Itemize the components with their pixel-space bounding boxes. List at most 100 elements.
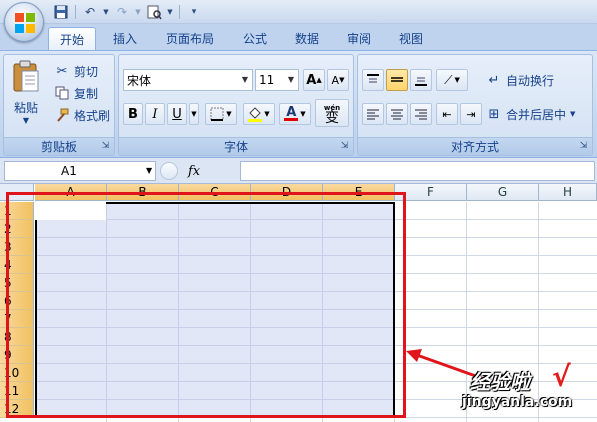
format-painter-button[interactable]: 格式刷 (54, 105, 110, 125)
column-header-h[interactable]: H (539, 184, 597, 201)
font-size-value: 11 (259, 73, 275, 87)
column-header-g[interactable]: G (467, 184, 539, 201)
formula-input[interactable] (240, 161, 595, 181)
watermark: 经验啦 √ jingyanla.com (462, 360, 595, 420)
chevron-down-icon: ▼ (241, 75, 249, 84)
tab-data[interactable]: 数据 (286, 27, 328, 51)
scissors-icon: ✂ (56, 63, 68, 79)
font-name-select[interactable]: 宋体 ▼ (123, 69, 253, 91)
orientation-icon: ⟋ (444, 72, 453, 87)
middle-align-button[interactable] (386, 69, 408, 91)
align-right-icon (415, 109, 427, 120)
undo-dropdown-icon[interactable]: ▼ (102, 3, 110, 21)
insert-function-icon[interactable]: fx (188, 164, 200, 179)
orientation-button[interactable]: ⟋ ▼ (436, 69, 468, 91)
save-icon[interactable] (52, 3, 70, 21)
underline-button[interactable]: U (167, 103, 187, 125)
bold-button[interactable]: B (123, 103, 143, 125)
tab-review[interactable]: 审阅 (338, 27, 380, 51)
office-button[interactable] (4, 2, 44, 42)
formula-buttons: fx (160, 161, 240, 181)
watermark-text: 经验啦 (470, 370, 530, 394)
decrease-indent-icon: ⇤ (442, 107, 452, 121)
align-top-icon (367, 74, 379, 83)
tab-view[interactable]: 视图 (390, 27, 432, 51)
clipboard-group: 粘贴 ▼ ✂ 剪切 复制 格式刷 剪贴板 ⇲ (3, 54, 115, 156)
paste-button[interactable]: 粘贴 ▼ (8, 59, 44, 125)
borders-button[interactable]: ▼ (205, 103, 237, 125)
paint-bucket-icon (248, 107, 263, 122)
redo-icon[interactable]: ↷ (113, 3, 131, 21)
copy-button[interactable]: 复制 (54, 83, 98, 103)
align-center-icon (391, 109, 403, 120)
borders-icon (210, 107, 224, 121)
align-middle-icon (391, 77, 403, 82)
formula-bar: A1 ▼ fx (0, 158, 597, 184)
separator (75, 5, 76, 19)
wrap-text-label: 自动换行 (506, 73, 555, 88)
cut-button[interactable]: ✂ 剪切 (54, 61, 98, 81)
shrink-font-button[interactable]: A ▼ (327, 69, 349, 91)
cut-label: 剪切 (74, 64, 99, 79)
fill-color-button[interactable]: ▼ (243, 103, 275, 125)
alignment-group-label: 对齐方式 (358, 137, 592, 155)
ribbon: 粘贴 ▼ ✂ 剪切 复制 格式刷 剪贴板 ⇲ 宋体 ▼ 11 ▼ A ▲ A ▼… (0, 50, 597, 158)
dialog-launcher-icon[interactable]: ⇲ (100, 141, 111, 152)
print-preview-dropdown-icon[interactable]: ▼ (166, 3, 174, 21)
customize-icon[interactable]: ▾ (185, 3, 203, 21)
paintbrush-icon (54, 107, 70, 123)
phonetic-guide-button[interactable]: wén 变 (315, 99, 349, 127)
merge-center-button[interactable]: ⊞ 合并后居中 ▼ (486, 104, 576, 124)
paste-dropdown-icon[interactable]: ▼ (23, 116, 29, 125)
merge-cells-icon: ⊞ (488, 106, 500, 122)
underline-dropdown-icon[interactable]: ▼ (189, 103, 199, 125)
align-right-button[interactable] (410, 103, 432, 125)
increase-indent-button[interactable]: ⇥ (460, 103, 482, 125)
align-left-button[interactable] (362, 103, 384, 125)
font-color-icon: A (286, 105, 297, 120)
chevron-down-icon: ▼ (454, 76, 460, 84)
dialog-launcher-icon[interactable]: ⇲ (339, 141, 350, 152)
chevron-down-icon: ▼ (300, 110, 306, 118)
grow-font-button[interactable]: A ▲ (303, 69, 325, 91)
chevron-down-icon[interactable]: ▼ (570, 110, 575, 118)
top-align-button[interactable] (362, 69, 384, 91)
wrap-text-button[interactable]: ↵ 自动换行 (486, 70, 554, 90)
chevron-down-icon: ▼ (264, 110, 270, 118)
font-group: 宋体 ▼ 11 ▼ A ▲ A ▼ B I U ▼ ▼ ▼ A ▼ wén 变 … (118, 54, 354, 156)
tab-page-layout[interactable]: 页面布局 (156, 27, 224, 51)
grow-font-icon: A (306, 72, 317, 88)
tab-formulas[interactable]: 公式 (234, 27, 276, 51)
bottom-align-button[interactable] (410, 69, 432, 91)
copy-icon (54, 85, 70, 101)
office-logo-icon (15, 13, 35, 33)
checkmark-icon: √ (552, 360, 571, 393)
redo-dropdown-icon[interactable]: ▼ (134, 3, 142, 21)
paste-label: 粘贴 (13, 101, 38, 115)
align-left-icon (367, 109, 379, 120)
tab-insert[interactable]: 插入 (104, 27, 146, 51)
tab-home[interactable]: 开始 (48, 27, 96, 51)
print-preview-icon[interactable] (145, 3, 163, 21)
format-painter-label: 格式刷 (74, 108, 111, 123)
font-group-label: 字体 (119, 137, 353, 155)
name-box[interactable]: A1 (4, 161, 156, 181)
dialog-launcher-icon[interactable]: ⇲ (578, 141, 589, 152)
italic-button[interactable]: I (145, 103, 165, 125)
align-center-button[interactable] (386, 103, 408, 125)
chevron-down-icon: ▼ (226, 110, 232, 118)
chevron-down-icon[interactable]: ▼ (146, 166, 152, 175)
wrap-text-icon: ↵ (488, 72, 500, 88)
alignment-group: ⟋ ▼ ↵ 自动换行 ⇤ ⇥ ⊞ 合并后居中 ▼ 对齐方式 ⇲ (357, 54, 593, 156)
highlight-box (6, 192, 406, 418)
title-bar: ↶ ▼ ↷ ▼ ▼ ▾ (0, 0, 597, 24)
phonetic-icon: 变 (325, 110, 339, 126)
undo-icon[interactable]: ↶ (81, 3, 99, 21)
font-size-select[interactable]: 11 ▼ (255, 69, 299, 91)
expand-formula-icon[interactable] (160, 162, 178, 180)
increase-indent-icon: ⇥ (466, 107, 476, 121)
font-color-button[interactable]: A ▼ (279, 103, 311, 125)
watermark-url: jingyanla.com (462, 394, 573, 410)
decrease-indent-button[interactable]: ⇤ (436, 103, 458, 125)
copy-label: 复制 (74, 86, 99, 101)
